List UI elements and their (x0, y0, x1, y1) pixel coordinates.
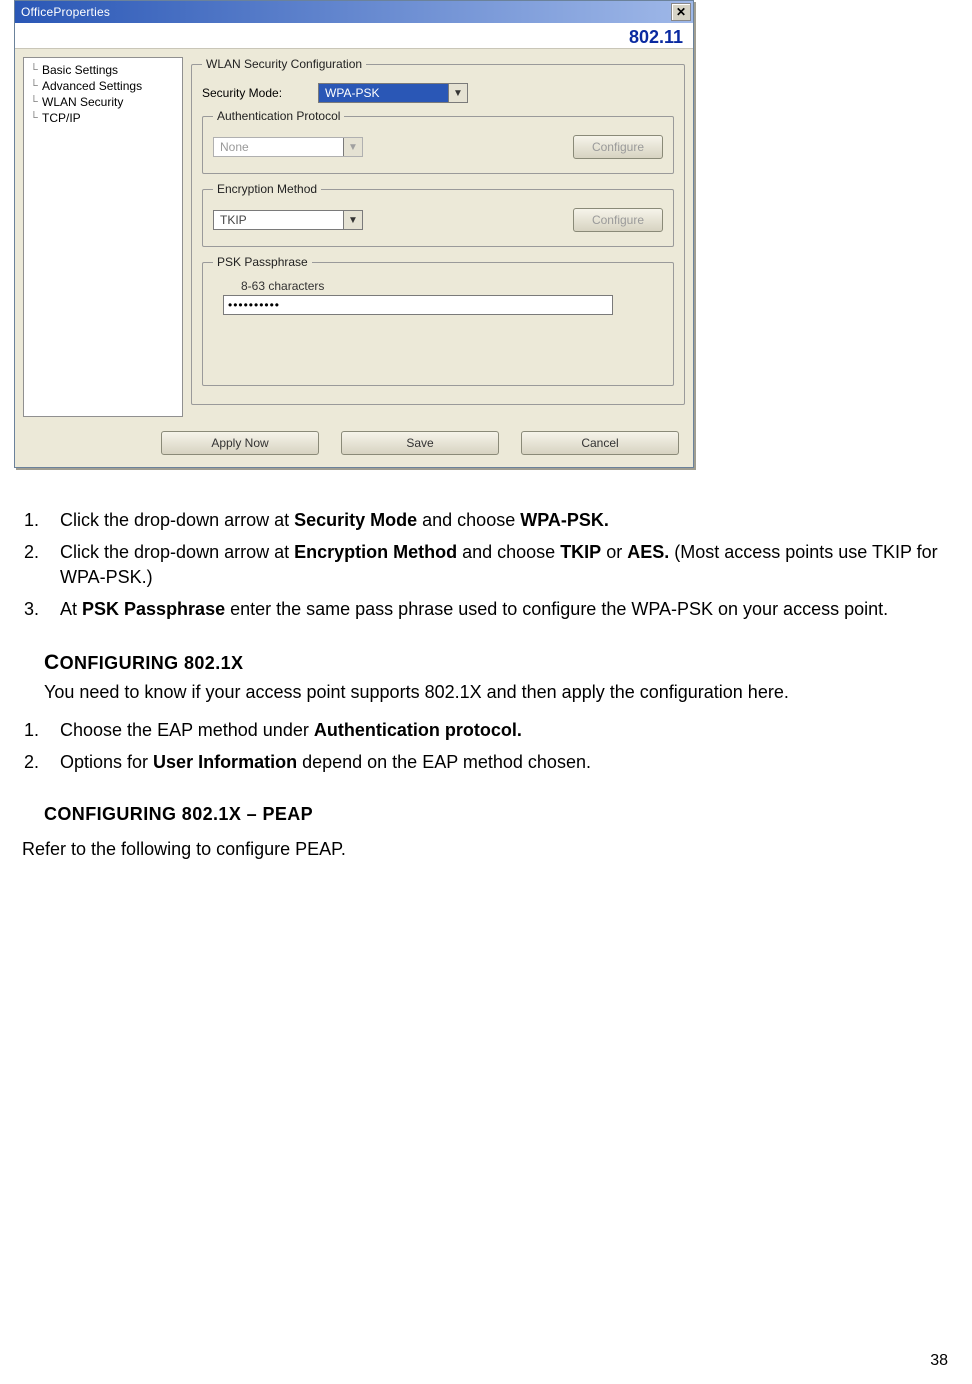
wpa-psk-steps: Click the drop-down arrow at Security Mo… (22, 508, 950, 621)
page-number: 38 (930, 1352, 948, 1370)
list-item: At PSK Passphrase enter the same pass ph… (44, 597, 950, 621)
tree-tick-icon: └ (30, 112, 38, 124)
document-body: Click the drop-down arrow at Security Mo… (0, 468, 972, 861)
auth-protocol-legend: Authentication Protocol (213, 109, 344, 123)
auth-protocol-group: Authentication Protocol None ▼ Configure (202, 109, 674, 174)
tree-tick-icon: └ (30, 64, 38, 76)
security-mode-select[interactable]: WPA-PSK ▼ (318, 83, 468, 103)
encryption-method-value: TKIP (214, 211, 343, 229)
apply-now-button[interactable]: Apply Now (161, 431, 319, 455)
save-button[interactable]: Save (341, 431, 499, 455)
title-bar: OfficeProperties ✕ (15, 1, 693, 23)
sidebar-item-wlan-security[interactable]: └ WLAN Security (24, 94, 182, 110)
auth-protocol-select: None ▼ (213, 137, 363, 157)
sidebar-item-advanced-settings[interactable]: └ Advanced Settings (24, 78, 182, 94)
section-text-peap: Refer to the following to configure PEAP… (22, 837, 950, 861)
dialog-footer: Apply Now Save Cancel (15, 425, 693, 467)
security-mode-value: WPA-PSK (319, 84, 448, 102)
office-properties-dialog: OfficeProperties ✕ 802.11 └ Basic Settin… (14, 0, 694, 468)
psk-passphrase-group: PSK Passphrase 8-63 characters (202, 255, 674, 386)
auth-configure-button: Configure (573, 135, 663, 159)
sidebar-item-basic-settings[interactable]: └ Basic Settings (24, 62, 182, 78)
tree-tick-icon: └ (30, 96, 38, 108)
sidebar-item-label: Advanced Settings (42, 79, 142, 93)
encryption-method-legend: Encryption Method (213, 182, 321, 196)
psk-passphrase-input[interactable] (223, 295, 613, 315)
chevron-down-icon[interactable]: ▼ (448, 84, 467, 102)
sidebar-item-tcpip[interactable]: └ TCP/IP (24, 110, 182, 126)
protocol-label: 802.11 (15, 23, 693, 49)
tree-tick-icon: └ (30, 80, 38, 92)
title-bar-text: OfficeProperties (21, 5, 110, 19)
encryption-method-group: Encryption Method TKIP ▼ Configure (202, 182, 674, 247)
close-icon[interactable]: ✕ (671, 3, 691, 21)
enc-configure-button: Configure (573, 208, 663, 232)
sidebar-item-label: TCP/IP (42, 111, 81, 125)
list-item: Options for User Information depend on t… (44, 750, 950, 774)
section-heading-8021x: CONFIGURING 802.1X (44, 649, 950, 677)
auth-protocol-value: None (214, 138, 343, 156)
section-heading-peap: CONFIGURING 802.1X – PEAP (44, 802, 950, 826)
psk-passphrase-legend: PSK Passphrase (213, 255, 312, 269)
list-item: Click the drop-down arrow at Security Mo… (44, 508, 950, 532)
settings-tree: └ Basic Settings └ Advanced Settings └ W… (23, 57, 183, 417)
list-item: Choose the EAP method under Authenticati… (44, 718, 950, 742)
wlan-security-group: WLAN Security Configuration Security Mod… (191, 57, 685, 405)
security-mode-label: Security Mode: (202, 86, 308, 100)
chevron-down-icon: ▼ (343, 138, 362, 156)
chevron-down-icon[interactable]: ▼ (343, 211, 362, 229)
cancel-button[interactable]: Cancel (521, 431, 679, 455)
wlan-security-legend: WLAN Security Configuration (202, 57, 366, 71)
sidebar-item-label: WLAN Security (42, 95, 123, 109)
encryption-method-select[interactable]: TKIP ▼ (213, 210, 363, 230)
section-intro-8021x: You need to know if your access point su… (44, 680, 950, 704)
sidebar-item-label: Basic Settings (42, 63, 118, 77)
psk-hint: 8-63 characters (241, 279, 663, 293)
8021x-steps: Choose the EAP method under Authenticati… (22, 718, 950, 775)
list-item: Click the drop-down arrow at Encryption … (44, 540, 950, 589)
